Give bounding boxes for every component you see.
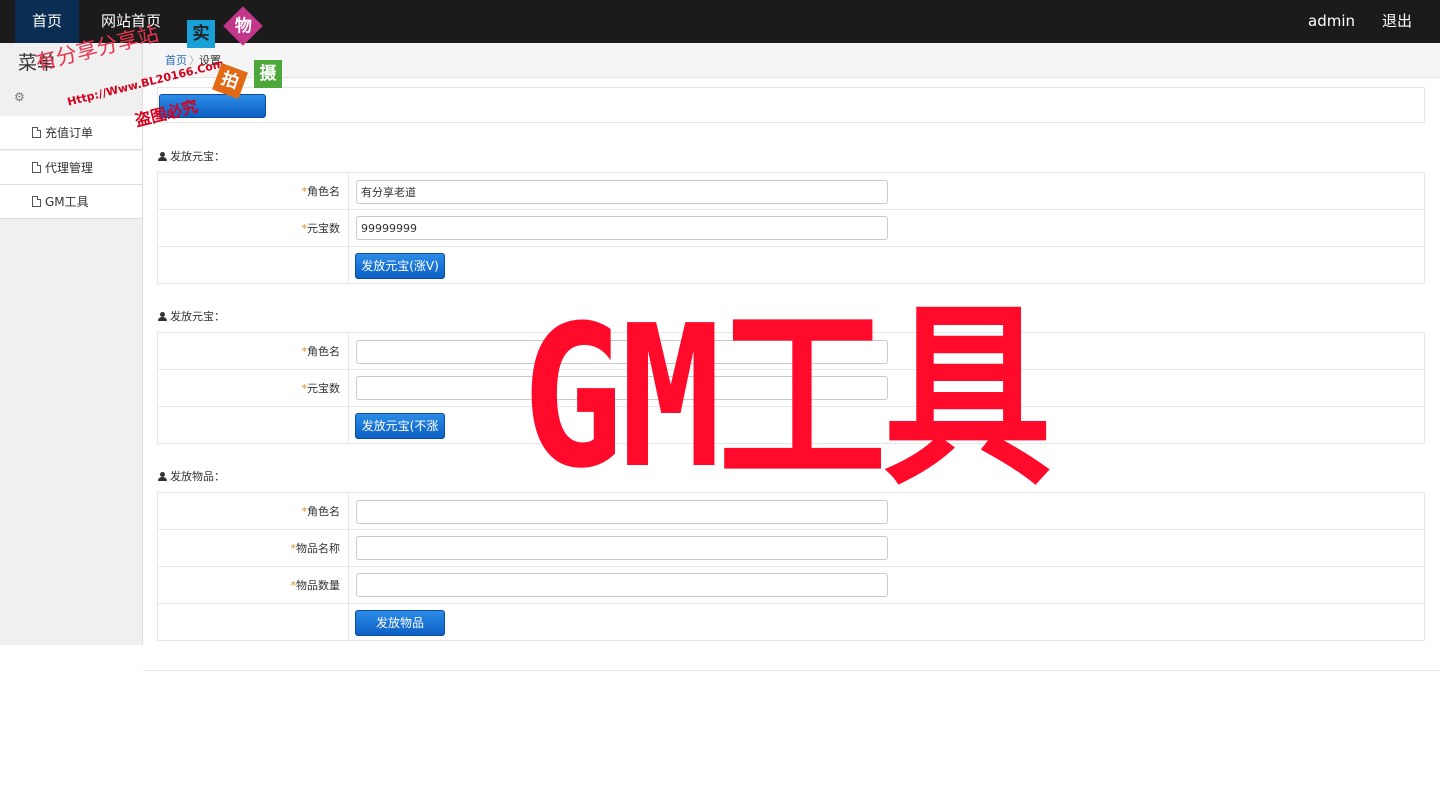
section-title: 发放元宝： xyxy=(158,308,225,324)
field-label: *元宝数 xyxy=(158,210,349,246)
section-title: 发放物品： xyxy=(158,468,225,484)
nav-user-link[interactable]: admin xyxy=(1308,0,1355,43)
watermark-big-title: GM工具 xyxy=(522,284,1052,512)
sidebar-item-label: 代理管理 xyxy=(45,161,94,175)
field-label: *角色名 xyxy=(158,173,349,209)
nav-logout-link[interactable]: 退出 xyxy=(1382,0,1412,43)
nav-home-link[interactable]: 首页 xyxy=(15,0,79,43)
sidebar-item-recharge-orders[interactable]: 充值订单 xyxy=(0,116,142,150)
gear-icon: ⚙ xyxy=(14,90,25,104)
form-row: *物品数量 xyxy=(158,567,1424,604)
user-icon xyxy=(158,312,167,321)
field-label: *角色名 xyxy=(158,333,349,369)
top-panel xyxy=(157,87,1425,123)
watermark-badge: 摄 xyxy=(254,60,282,88)
form-row: *元宝数 xyxy=(158,210,1424,247)
sidebar: 菜单 ⚙ 充值订单 代理管理 GM工具 xyxy=(0,43,143,645)
form-row: 发放元宝(涨V) xyxy=(158,247,1424,283)
breadcrumb: 首页 〉 设置 xyxy=(143,43,1440,78)
field-label: *物品数量 xyxy=(158,567,349,603)
empty-label-cell xyxy=(158,604,349,640)
footer-divider xyxy=(143,670,1440,671)
item-quantity-input[interactable] xyxy=(356,573,888,597)
user-icon xyxy=(158,152,167,161)
sidebar-item-agent-management[interactable]: 代理管理 xyxy=(0,151,142,185)
top-navbar: 首页 网站首页 admin 退出 xyxy=(0,0,1440,43)
watermark-badge: 实 xyxy=(187,20,215,48)
sidebar-item-label: GM工具 xyxy=(45,195,89,209)
field-label: *角色名 xyxy=(158,493,349,529)
document-icon xyxy=(32,196,41,207)
user-icon xyxy=(158,472,167,481)
form-item-grant: *角色名 *物品名称 *物品数量 发放物品 xyxy=(157,492,1425,641)
item-name-input[interactable] xyxy=(356,536,888,560)
grant-ingot-vip-button[interactable]: 发放元宝(涨V) xyxy=(355,253,445,279)
empty-label-cell xyxy=(158,407,349,443)
grant-item-button[interactable]: 发放物品 xyxy=(355,610,445,636)
sidebar-item-gm-tools[interactable]: GM工具 xyxy=(0,185,142,219)
form-row: *角色名 xyxy=(158,173,1424,210)
document-icon xyxy=(32,127,41,138)
document-icon xyxy=(32,162,41,173)
form-row: 发放物品 xyxy=(158,604,1424,640)
role-name-input[interactable] xyxy=(356,180,888,204)
field-label: *元宝数 xyxy=(158,370,349,406)
section-title: 发放元宝： xyxy=(158,148,225,164)
form-row: *物品名称 xyxy=(158,530,1424,567)
grant-ingot-no-vip-button[interactable]: 发放元宝(不涨V) xyxy=(355,413,445,457)
empty-label-cell xyxy=(158,247,349,283)
sidebar-item-label: 充值订单 xyxy=(45,126,94,140)
form-ingot-grant: *角色名 *元宝数 发放元宝(涨V) xyxy=(157,172,1425,284)
field-label: *物品名称 xyxy=(158,530,349,566)
ingot-amount-input[interactable] xyxy=(356,216,888,240)
